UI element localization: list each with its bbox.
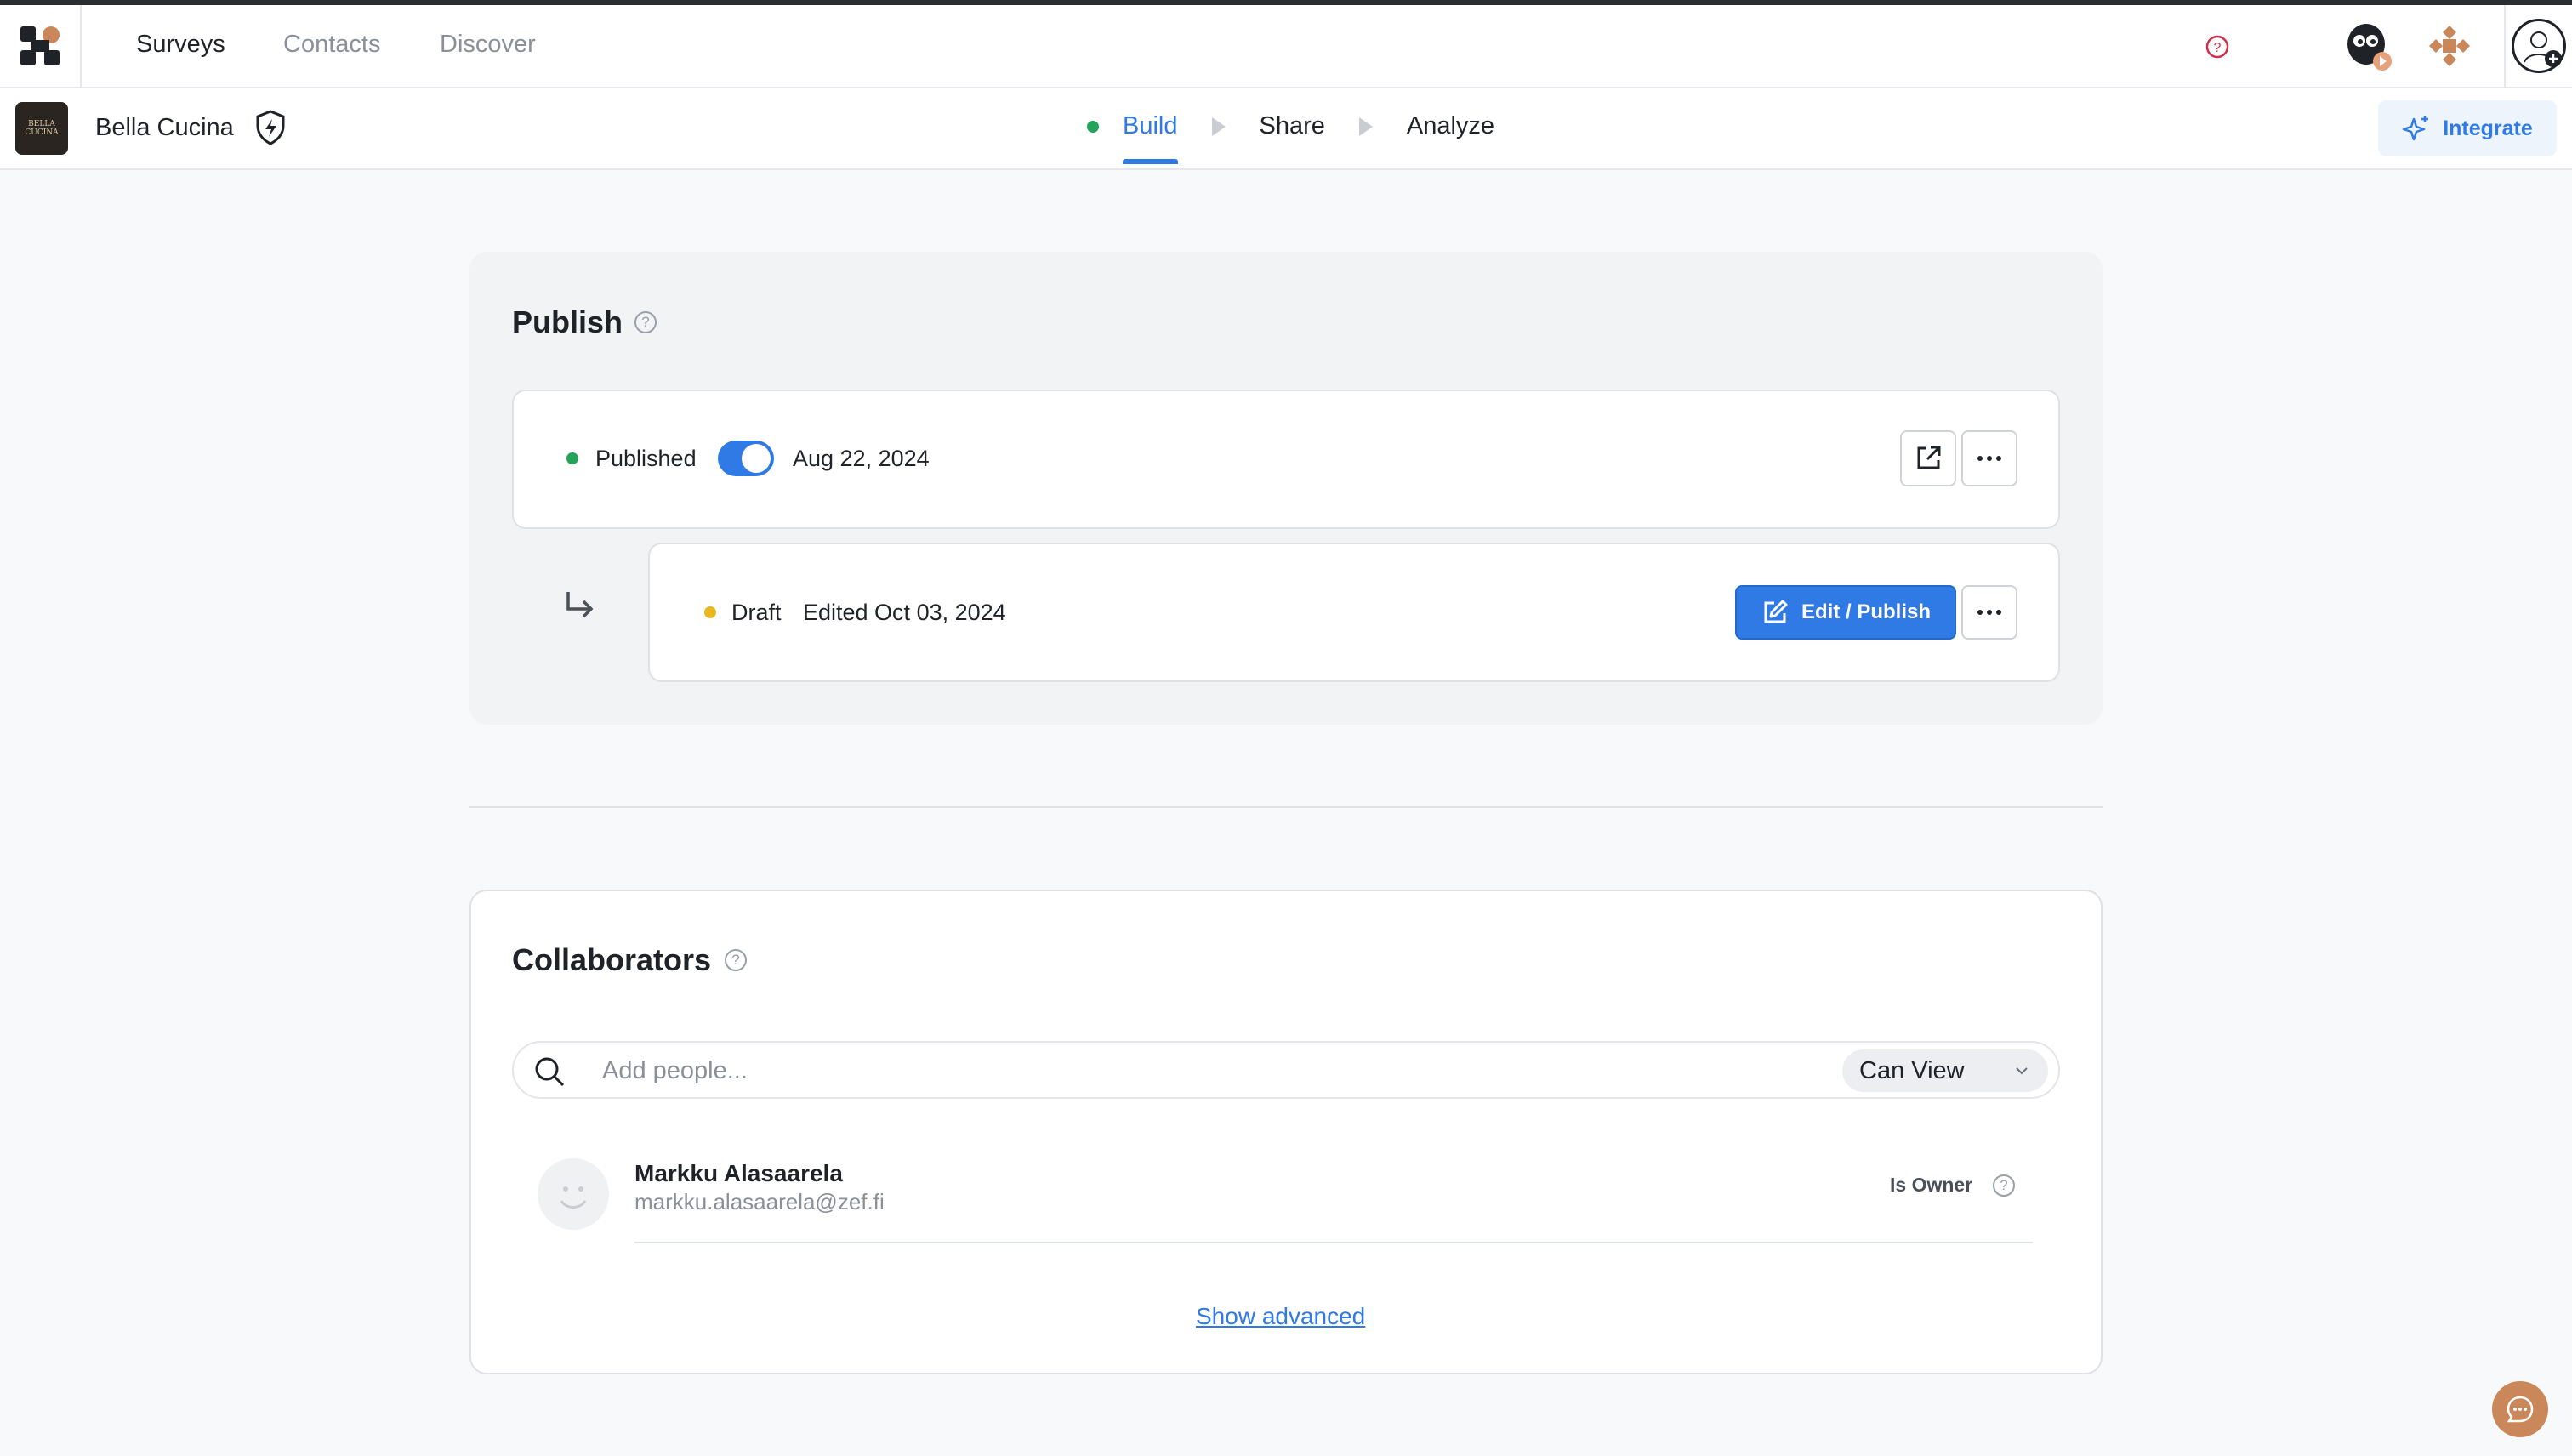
help-icon[interactable]: ? <box>2205 34 2230 64</box>
collaborator-email: markku.alasaarela@zef.fi <box>634 1189 885 1214</box>
permission-value: Can View <box>1859 1056 1965 1084</box>
step-arrow-icon <box>1358 117 1373 136</box>
search-icon <box>535 1057 565 1087</box>
org-name[interactable]: Bella Cucina <box>95 114 234 142</box>
show-advanced-link[interactable]: Show advanced <box>1196 1303 1365 1330</box>
edit-publish-button[interactable]: Edit / Publish <box>1735 585 1956 640</box>
sub-arrow-icon <box>566 592 594 618</box>
build-status-dot <box>1087 120 1099 133</box>
collaborator-divider <box>634 1242 2033 1243</box>
app-logo-icon <box>20 26 60 65</box>
step-analyze[interactable]: Analyze <box>1407 112 1494 140</box>
chevron-down-icon <box>2016 1067 2028 1075</box>
owner-help-icon[interactable]: ? <box>1993 1174 2015 1197</box>
draft-status-dot <box>704 606 716 618</box>
user-avatar-icon <box>2512 19 2566 73</box>
collaborators-help-icon[interactable]: ? <box>725 949 747 971</box>
survey-header: BELLA CUCINA Bella Cucina Build Share An… <box>0 88 2572 170</box>
svg-text:?: ? <box>2214 41 2222 55</box>
integrate-button[interactable]: Integrate <box>2378 100 2557 156</box>
user-menu[interactable] <box>2504 5 2572 87</box>
published-status-dot <box>566 452 578 464</box>
more-options-icon <box>1977 610 2001 615</box>
draft-more-button[interactable] <box>1961 585 2017 640</box>
chat-icon <box>2507 1396 2534 1423</box>
nav-contacts[interactable]: Contacts <box>283 31 380 59</box>
collaborator-name: Markku Alasaarela <box>634 1160 843 1186</box>
draft-edited-date: Edited Oct 03, 2024 <box>803 600 1006 625</box>
chat-support-button[interactable] <box>2492 1381 2548 1437</box>
step-share[interactable]: Share <box>1260 112 1325 140</box>
collaborator-role: Is Owner <box>1890 1174 1973 1196</box>
ghost-mascot-icon[interactable] <box>2344 22 2393 77</box>
published-date: Aug 22, 2024 <box>793 446 930 471</box>
apps-puzzle-icon[interactable] <box>2427 24 2472 72</box>
edit-publish-label: Edit / Publish <box>1801 600 1931 623</box>
nav-surveys[interactable]: Surveys <box>136 31 225 59</box>
shield-icon[interactable] <box>253 109 287 151</box>
sparkle-icon <box>2402 116 2429 141</box>
add-people-input[interactable] <box>602 1055 1453 1087</box>
permission-select[interactable]: Can View <box>1842 1049 2048 1092</box>
collaborator-avatar <box>538 1158 609 1230</box>
smiley-avatar-icon <box>560 1186 587 1209</box>
more-options-icon <box>1977 456 2001 461</box>
step-build[interactable]: Build <box>1123 112 1178 164</box>
draft-status-label: Draft <box>731 600 782 625</box>
published-more-button[interactable] <box>1961 430 2017 486</box>
publish-toggle[interactable] <box>718 441 774 476</box>
external-link-icon <box>1917 446 1941 469</box>
published-status-label: Published <box>595 446 697 471</box>
step-navigation: Build Share Analyze <box>1087 112 1494 164</box>
add-people-field: Can View <box>512 1041 2060 1099</box>
app-logo[interactable] <box>0 5 82 87</box>
org-logo[interactable]: BELLA CUCINA <box>15 102 68 155</box>
edit-icon <box>1764 600 1788 623</box>
section-divider <box>469 806 2103 808</box>
nav-discover[interactable]: Discover <box>440 31 536 59</box>
publish-title: Publish <box>512 304 623 339</box>
integrate-label: Integrate <box>2443 116 2533 140</box>
collaborators-title: Collaborators <box>512 942 712 977</box>
step-arrow-icon <box>1211 117 1226 136</box>
open-survey-button[interactable] <box>1900 430 1956 486</box>
collaborators-card <box>469 890 2103 1374</box>
top-navbar: Surveys Contacts Discover ? <box>0 0 2572 88</box>
publish-help-icon[interactable]: ? <box>634 311 657 333</box>
